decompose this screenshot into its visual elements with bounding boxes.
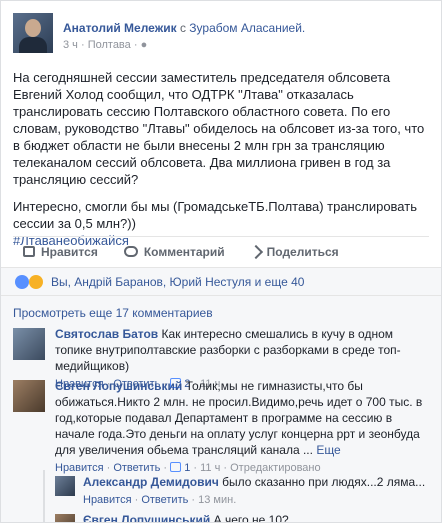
post-author-line: Анатолий Мележик с Зурабом Аласанией. — [63, 21, 305, 35]
replier-avatar[interactable] — [55, 514, 75, 522]
post-actions-bar: Нравится Комментарий Поделиться — [13, 236, 429, 266]
comment-button[interactable]: Комментарий — [123, 244, 225, 259]
commenter-name-link[interactable]: Євген Лопушинський — [55, 379, 182, 393]
dot-separator: · — [133, 39, 141, 51]
post-paragraph-1: На сегодняшней сессии заместитель предсе… — [13, 70, 425, 187]
post-time-link[interactable]: 3 ч — [63, 39, 78, 51]
like-label: Нравится — [41, 244, 98, 259]
share-arrow-icon — [248, 244, 263, 259]
commenter-name-link[interactable]: Святослав Батов — [55, 327, 158, 341]
globe-icon: ● — [140, 39, 148, 51]
see-more-link[interactable]: Еще — [316, 443, 340, 457]
reactions-text[interactable]: Вы, Андрій Баранов, Юрий Нестуля и еще 4… — [51, 275, 304, 289]
reply-body: Александр Демидович было сказанно при лю… — [83, 474, 441, 508]
comments-section: Просмотреть еще 17 комментариев Святосла… — [1, 295, 441, 522]
post-location-link[interactable]: Полтава — [88, 39, 131, 51]
reply-like-link[interactable]: Нравится — [83, 494, 132, 506]
comment: Святослав Батов Как интересно смешались … — [13, 326, 433, 390]
replier-name-link[interactable]: Александр Демидович — [83, 475, 219, 489]
share-label: Поделиться — [266, 244, 339, 259]
reply-text: А чего не 10? — [213, 513, 289, 523]
post-author-link[interactable]: Анатолий Мележик — [63, 21, 177, 35]
share-button[interactable]: Поделиться — [248, 244, 339, 259]
reply: Александр Демидович было сказанно при лю… — [55, 474, 441, 510]
like-button[interactable]: Нравится — [23, 245, 98, 259]
view-more-comments-link[interactable]: Просмотреть еще 17 комментариев — [13, 306, 213, 320]
replies-thread: Александр Демидович было сказанно при лю… — [43, 470, 441, 522]
reply: Євген Лопушинський А чего не 10? — [55, 512, 441, 523]
commenter-avatar[interactable] — [13, 328, 45, 360]
reply-reply-link[interactable]: Ответить — [141, 494, 188, 506]
comment-label: Комментарий — [143, 244, 225, 259]
author-avatar[interactable] — [13, 13, 53, 53]
comment-body: Євген Лопушинський Толик,мы не гимназист… — [55, 378, 433, 476]
with-text: с — [179, 21, 186, 35]
comment-icon — [123, 246, 138, 257]
haha-reaction-icon — [29, 274, 43, 289]
post-header: Анатолий Мележик с Зурабом Аласанией. 3 … — [13, 13, 431, 53]
like-reaction-icon — [15, 274, 29, 289]
comment: Євген Лопушинський Толик,мы не гимназист… — [13, 378, 433, 474]
dot-separator: · — [80, 39, 88, 51]
reply-meta: Нравится · Ответить · 13 мин. — [83, 494, 237, 506]
replier-avatar[interactable] — [55, 476, 75, 496]
reactions-summary[interactable]: Вы, Андрій Баранов, Юрий Нестуля и еще 4… — [1, 267, 441, 295]
reply-body: Євген Лопушинський А чего не 10? — [83, 512, 441, 523]
post-paragraph-2-text: Интересно, смогли бы мы (ГромадськеТБ.По… — [13, 199, 417, 231]
thumbs-up-icon — [23, 246, 35, 257]
reply-time[interactable]: 13 мин. — [198, 494, 236, 506]
post-card: Анатолий Мележик с Зурабом Аласанией. 3 … — [0, 0, 442, 523]
tagged-user-link[interactable]: Зурабом Аласанией. — [189, 21, 305, 35]
reply-text: было сказанно при людях...2 ляма... — [222, 475, 426, 489]
commenter-avatar[interactable] — [13, 380, 45, 412]
post-body: На сегодняшней сессии заместитель предсе… — [13, 69, 433, 259]
post-meta: 3 ч · Полтава · ● — [63, 39, 147, 51]
replier-name-link[interactable]: Євген Лопушинський — [83, 513, 210, 522]
